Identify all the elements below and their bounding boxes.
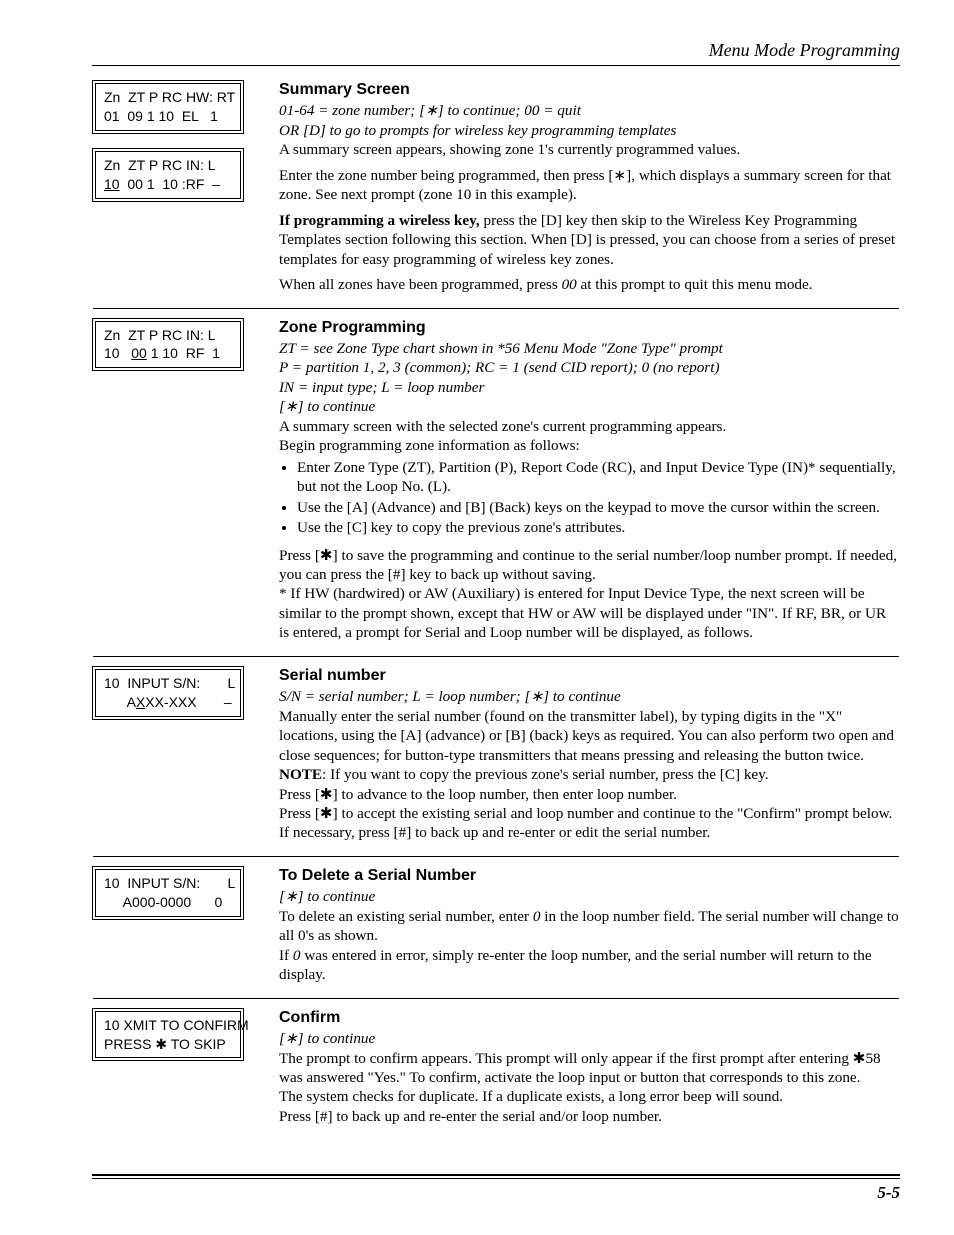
summary-p1: A summary screen appears, showing zone 1… xyxy=(279,140,900,159)
zone-prog-p3: Press [✱] to save the programming and co… xyxy=(279,546,900,585)
delete-p1: To delete an existing serial number, ent… xyxy=(279,907,900,946)
zone-prog-l3: IN = input type; L = loop number xyxy=(279,378,900,397)
lcd-summary-1: Zn ZT P RC HW: RT 01 09 1 10 EL 1 xyxy=(92,80,244,134)
lcd-zone-programming: Zn ZT P RC IN: L 10 00 1 10 RF 1 xyxy=(92,318,244,372)
lcd-summary-2: Zn ZT P RC IN: L 10 00 1 10 :RF – xyxy=(92,148,244,202)
lcd-delete-serial: 10 INPUT S/N: L A000-0000 0 xyxy=(92,866,244,920)
serial-legend: S/N = serial number; L = loop number; [∗… xyxy=(279,687,900,706)
delete-title: To Delete a Serial Number xyxy=(279,866,900,886)
zone-prog-l2: P = partition 1, 2, 3 (common); RC = 1 (… xyxy=(279,358,900,377)
delete-p2: If 0 was entered in error, simply re-ent… xyxy=(279,946,900,985)
list-item: Enter Zone Type (ZT), Partition (P), Rep… xyxy=(297,458,900,497)
zone-prog-title: Zone Programming xyxy=(279,318,900,338)
serial-title: Serial number xyxy=(279,666,900,686)
section-divider xyxy=(93,308,899,309)
summary-p4: When all zones have been programmed, pre… xyxy=(279,275,900,294)
list-item: Use the [C] key to copy the previous zon… xyxy=(297,518,900,537)
zone-prog-p2: Begin programming zone information as fo… xyxy=(279,436,900,455)
confirm-title: Confirm xyxy=(279,1008,900,1028)
lcd-serial-number: 10 INPUT S/N: L AXXX-XXX – xyxy=(92,666,244,720)
zone-prog-bullets: Enter Zone Type (ZT), Partition (P), Rep… xyxy=(279,458,900,538)
summary-legend-2: OR [D] to go to prompts for wireless key… xyxy=(279,121,900,140)
footer-rule-bottom xyxy=(92,1178,900,1179)
serial-note: NOTE: If you want to copy the previous z… xyxy=(279,765,900,784)
confirm-p1: The prompt to confirm appears. This prom… xyxy=(279,1049,900,1088)
section-divider xyxy=(93,998,899,999)
page-number: 5-5 xyxy=(92,1183,900,1203)
footer-rule-top xyxy=(92,1174,900,1176)
confirm-p3: Press [#] to back up and re-enter the se… xyxy=(279,1107,900,1126)
serial-p2: Press [✱] to advance to the loop number,… xyxy=(279,785,900,804)
zone-prog-p1: A summary screen with the selected zone'… xyxy=(279,417,900,436)
running-header: Menu Mode Programming xyxy=(92,40,900,61)
list-item: Use the [A] (Advance) and [B] (Back) key… xyxy=(297,498,900,517)
zone-prog-l4: [∗] to continue xyxy=(279,397,900,416)
summary-p2: Enter the zone number being programmed, … xyxy=(279,166,900,205)
zone-prog-l1: ZT = see Zone Type chart shown in *56 Me… xyxy=(279,339,900,358)
delete-legend: [∗] to continue xyxy=(279,887,900,906)
content-table: Zn ZT P RC HW: RT 01 09 1 10 EL 1 Zn ZT … xyxy=(92,76,900,1130)
summary-legend-1: 01-64 = zone number; [∗] to continue; 00… xyxy=(279,101,900,120)
section-divider xyxy=(93,856,899,857)
header-rule xyxy=(92,65,900,66)
section-divider xyxy=(93,656,899,657)
page-footer: 5-5 xyxy=(92,1174,900,1203)
summary-title: Summary Screen xyxy=(279,80,900,100)
zone-prog-p4: * If HW (hardwired) or AW (Auxiliary) is… xyxy=(279,584,900,642)
confirm-p2: The system checks for duplicate. If a du… xyxy=(279,1087,900,1106)
serial-p3: Press [✱] to accept the existing serial … xyxy=(279,804,900,843)
summary-p3: If programming a wireless key, press the… xyxy=(279,211,900,269)
serial-p1: Manually enter the serial number (found … xyxy=(279,707,900,765)
lcd-confirm: 10 XMIT TO CONFIRM PRESS ✱ TO SKIP xyxy=(92,1008,244,1062)
confirm-legend: [∗] to continue xyxy=(279,1029,900,1048)
